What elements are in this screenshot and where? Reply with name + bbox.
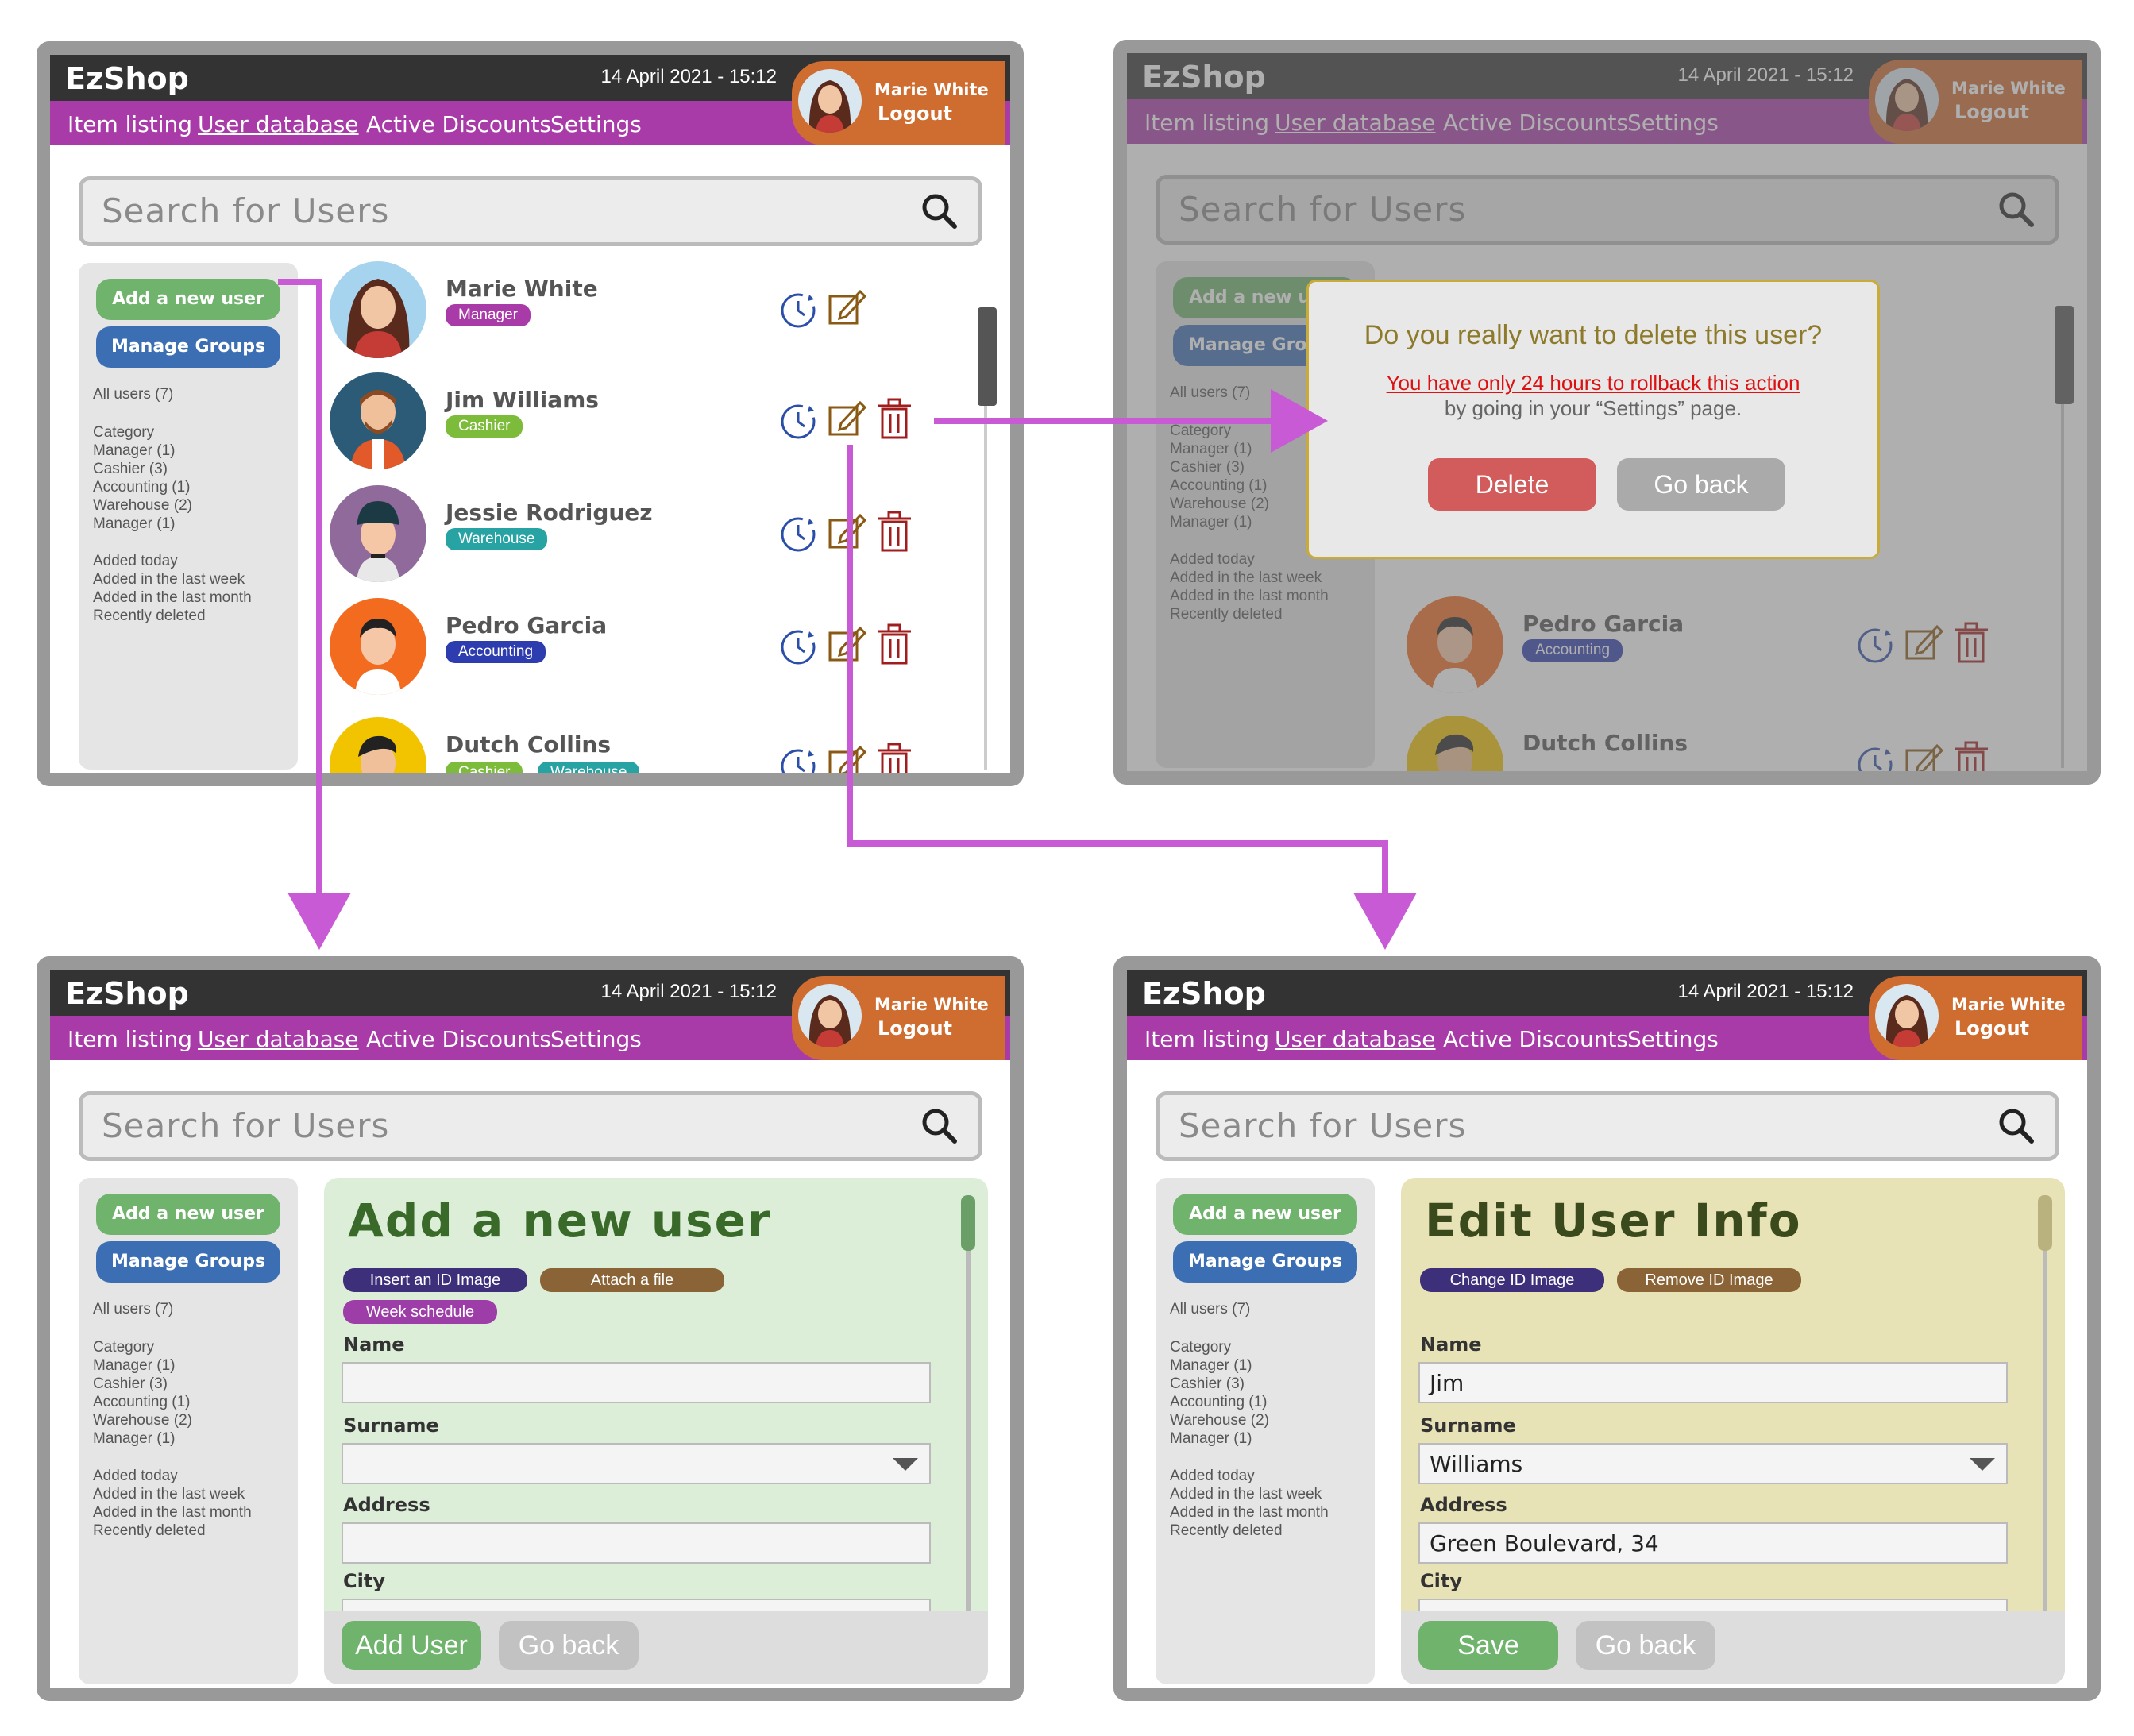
arrow-edit bbox=[847, 445, 1417, 950]
arrow-delete bbox=[934, 389, 1328, 453]
flow-arrows bbox=[278, 279, 1417, 950]
arrow-add-user bbox=[278, 279, 351, 950]
